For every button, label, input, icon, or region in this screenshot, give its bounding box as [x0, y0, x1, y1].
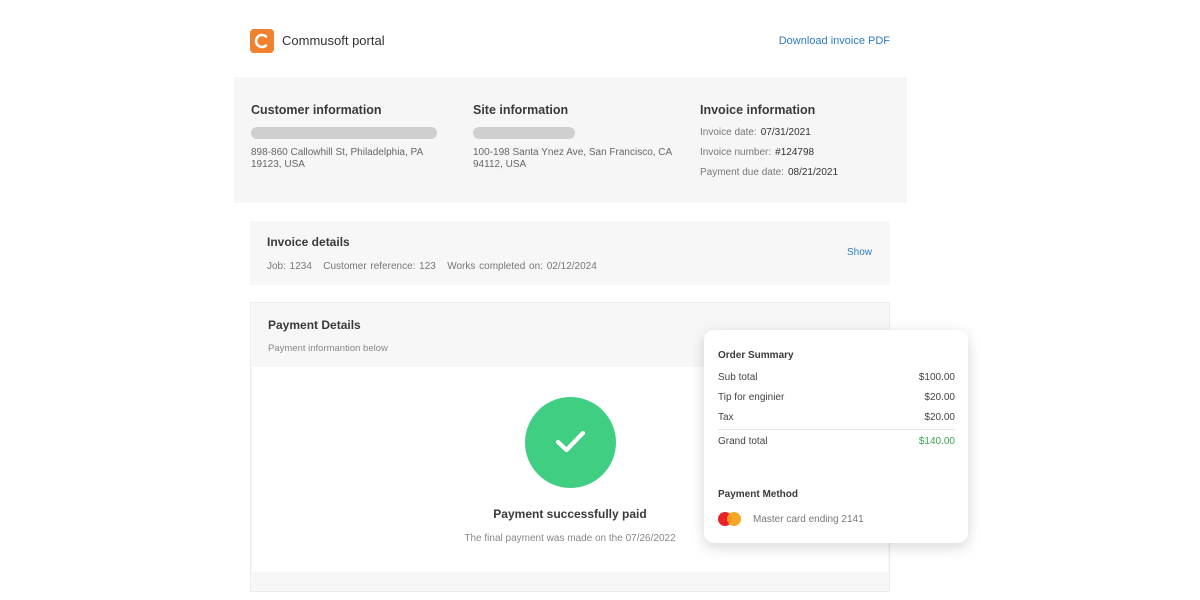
invoice-information-heading: Invoice information: [700, 103, 816, 117]
success-check-icon: [525, 397, 616, 488]
payment-method-title: Payment Method: [718, 489, 799, 500]
portal-title: Commusoft portal: [282, 33, 385, 48]
customer-information-heading: Customer information: [251, 103, 382, 117]
summary-row-subtotal: Sub total $100.00: [718, 372, 955, 383]
invoice-details-meta: Job: 1234 Customer reference: 123 Works …: [267, 261, 597, 272]
invoice-date: Invoice date: 07/31/2021: [700, 127, 811, 138]
summary-divider: [718, 429, 955, 430]
customer-name-placeholder: [251, 127, 437, 139]
order-summary-title: Order Summary: [718, 350, 794, 361]
summary-row-grand-total: Grand total $140.00: [718, 436, 955, 447]
invoice-details-title: Invoice details: [267, 235, 350, 249]
site-information-heading: Site information: [473, 103, 569, 117]
order-summary-card: Order Summary Sub total $100.00 Tip for e…: [704, 330, 968, 543]
site-address: 100-198 Santa Ynez Ave, San Francisco, C…: [473, 147, 673, 170]
invoice-number: Invoice number: #124798: [700, 147, 815, 158]
download-invoice-pdf-link[interactable]: Download invoice PDF: [779, 35, 890, 47]
summary-row-tax: Tax $20.00: [718, 412, 955, 423]
payment-method-text: Master card ending 2141: [753, 514, 864, 525]
information-card: Customer information 898-860 Callowhill …: [234, 77, 907, 203]
commusoft-logo-icon: [250, 29, 274, 53]
site-information: Site information 100-198 Santa Ynez Ave,…: [473, 103, 683, 171]
summary-row-tip: Tip for enginier $20.00: [718, 392, 955, 403]
customer-information: Customer information 898-860 Callowhill …: [251, 103, 441, 171]
payment-details-title: Payment Details: [268, 318, 361, 332]
invoice-details-card: Invoice details Job: 1234 Customer refer…: [250, 221, 890, 285]
mastercard-icon: [718, 512, 742, 526]
site-name-placeholder: [473, 127, 575, 139]
header: Commusoft portal Download invoice PDF: [250, 29, 890, 53]
payment-due-date: Payment due date: 08/21/2021: [700, 167, 839, 178]
payment-details-subtitle: Payment informantion below: [268, 343, 388, 354]
invoice-information: Invoice information Invoice date: 07/31/2…: [700, 103, 900, 178]
customer-address: 898-860 Callowhill St, Philadelphia, PA …: [251, 147, 424, 170]
show-invoice-details-link[interactable]: Show: [847, 247, 872, 258]
